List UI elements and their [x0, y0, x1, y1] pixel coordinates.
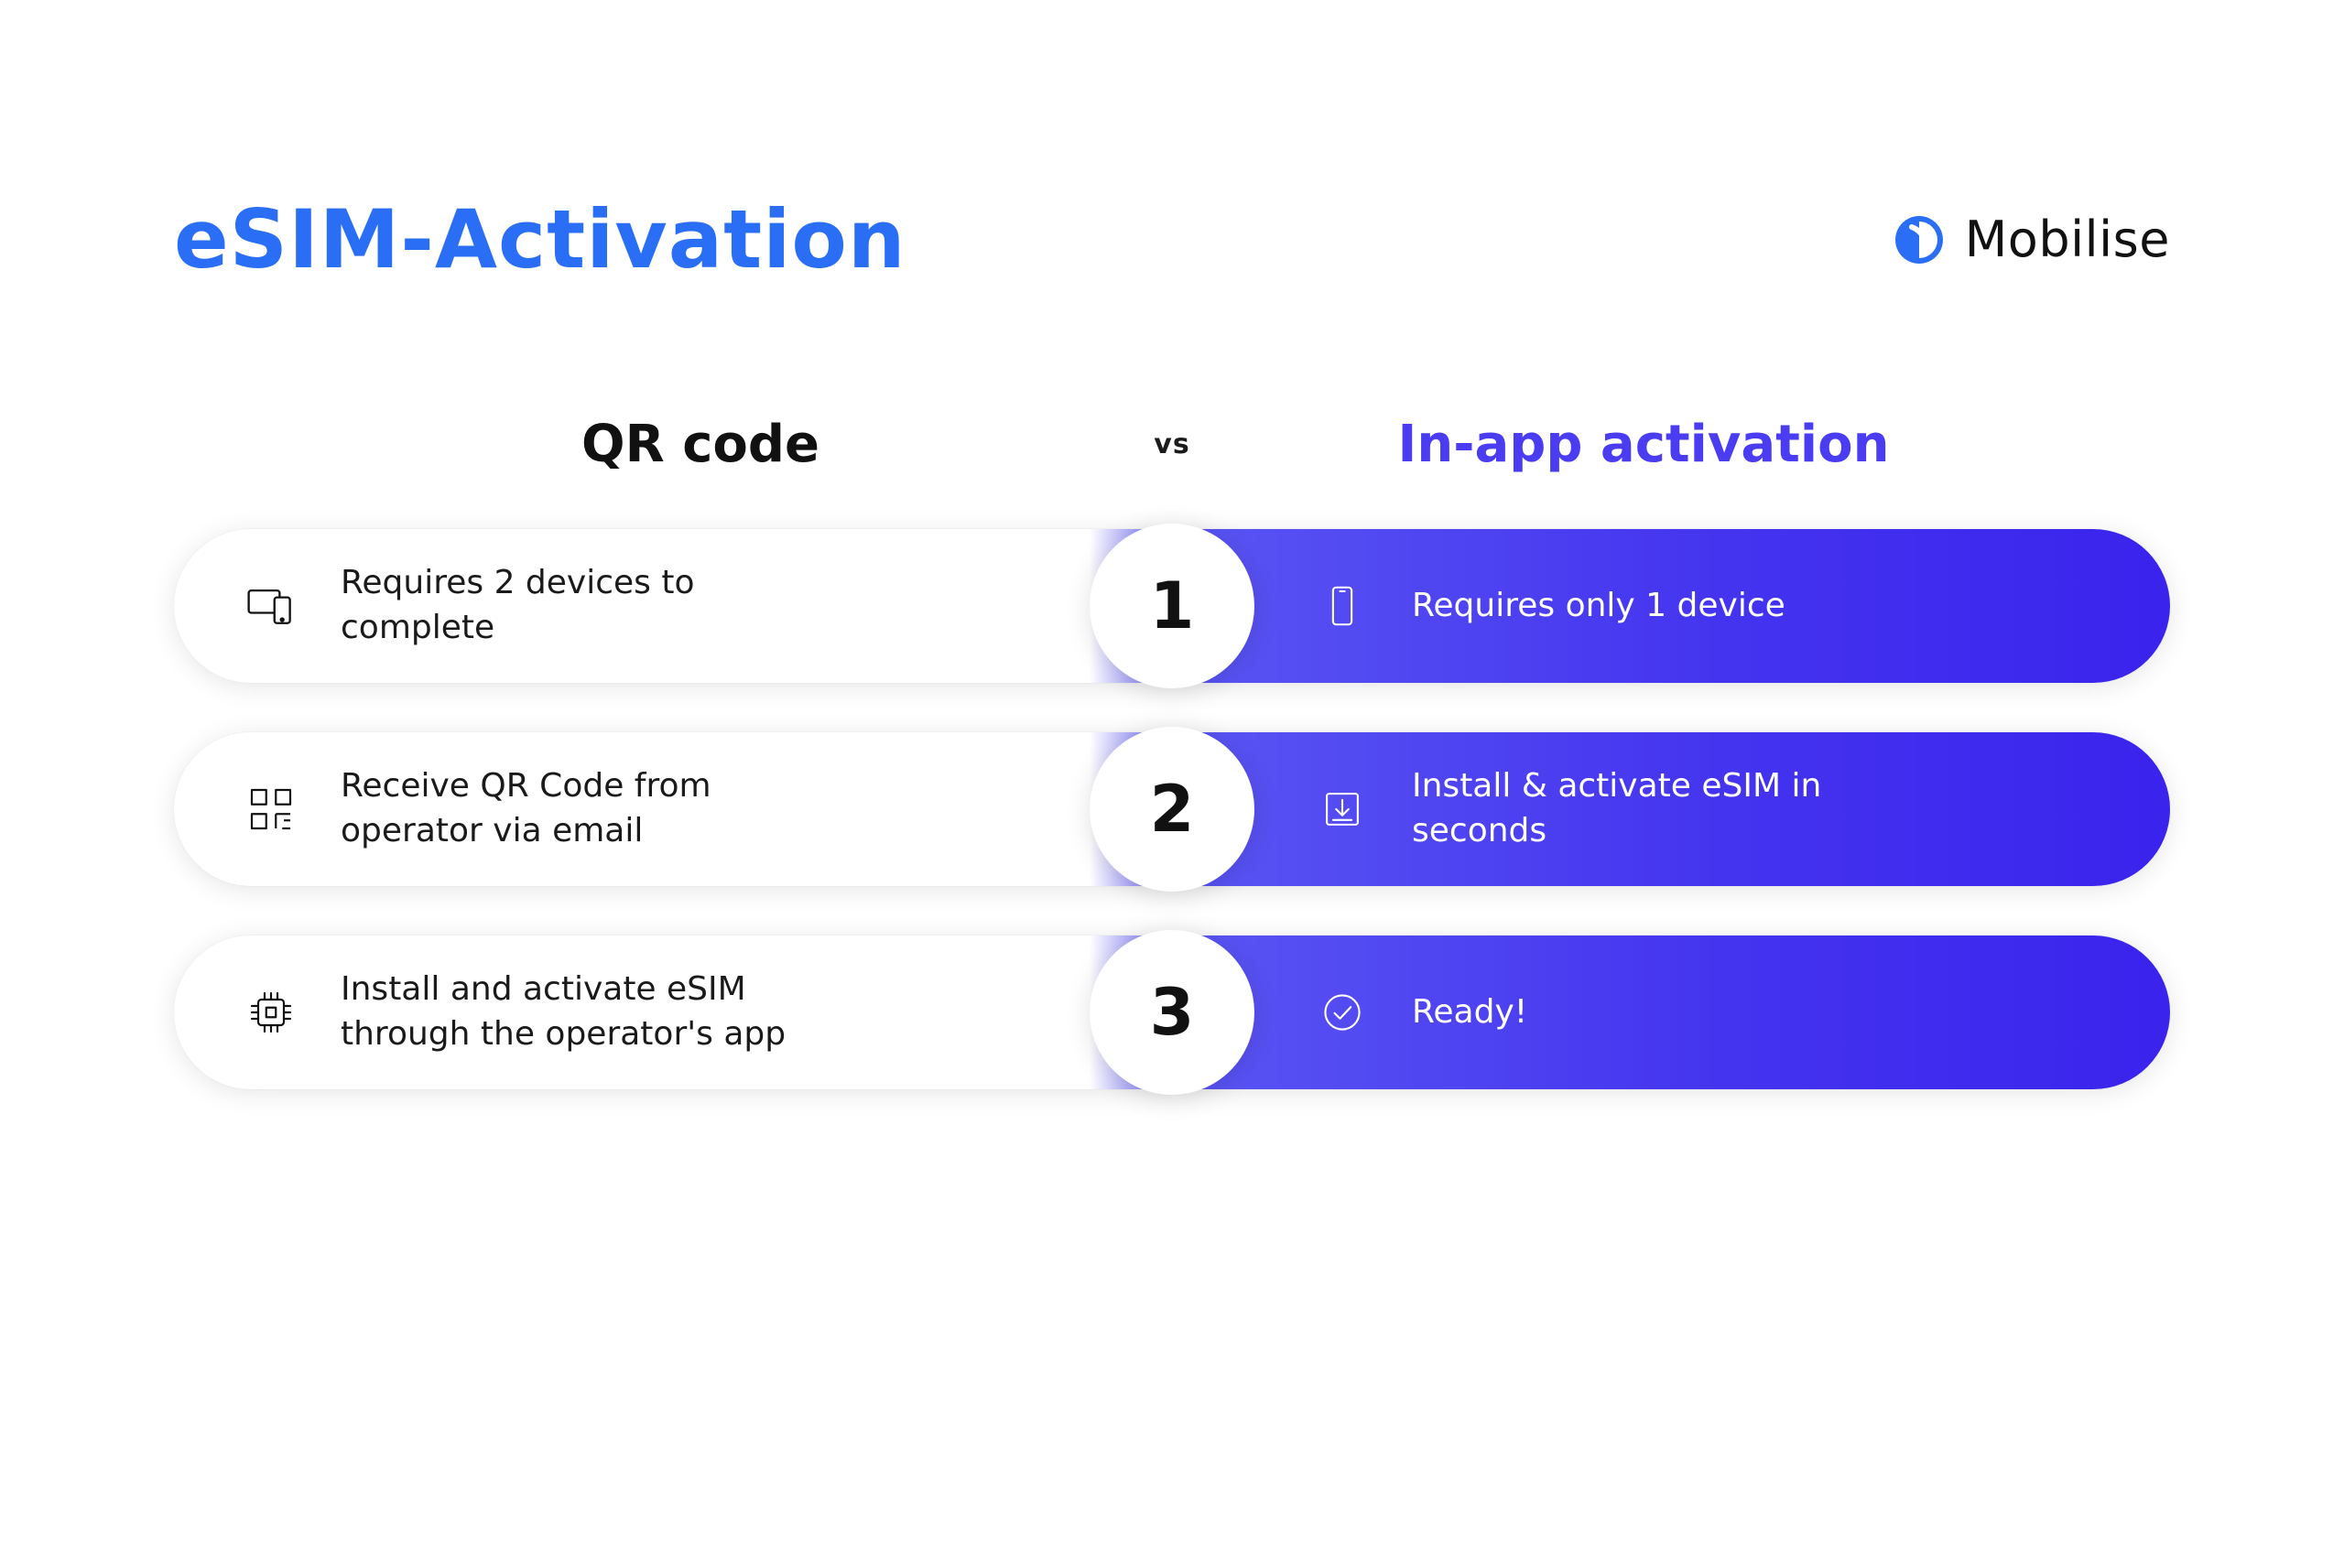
check-circle-icon [1309, 979, 1375, 1045]
column-heading-inapp: In-app activation [1227, 415, 2170, 474]
row-left: Install and activate eSIM through the op… [174, 935, 1172, 1089]
comparison-row: Receive QR Code from operator via email … [174, 732, 2170, 886]
brand-logo-icon [1895, 216, 1943, 264]
download-icon [1309, 776, 1375, 842]
row-right-text: Requires only 1 device [1412, 584, 1785, 629]
comparison-rows: Requires 2 devices to complete 1 Require… [0, 474, 2344, 1089]
row-left-text: Requires 2 devices to complete [341, 561, 817, 650]
column-separator: vs [1117, 428, 1227, 460]
brand: Mobilise [1895, 211, 2170, 268]
brand-name: Mobilise [1965, 211, 2170, 268]
row-left: Receive QR Code from operator via email [174, 732, 1172, 886]
header: eSIM-Activation Mobilise [0, 0, 2344, 287]
row-right-text: Ready! [1412, 990, 1527, 1035]
row-right-text: Install & activate eSIM in seconds [1412, 764, 1888, 853]
page-title: eSIM-Activation [174, 192, 906, 287]
row-left: Requires 2 devices to complete [174, 529, 1172, 683]
phone-icon [1309, 573, 1375, 639]
comparison-row: Install and activate eSIM through the op… [174, 935, 2170, 1089]
row-right: Install & activate eSIM in seconds [1172, 732, 2170, 886]
qr-icon [238, 776, 304, 842]
row-left-text: Install and activate eSIM through the op… [341, 968, 817, 1056]
column-headings: QR code vs In-app activation [0, 287, 2344, 474]
step-number-badge: 3 [1090, 930, 1254, 1095]
row-right: Requires only 1 device [1172, 529, 2170, 683]
column-heading-qr: QR code [174, 415, 1117, 474]
chip-icon [238, 979, 304, 1045]
row-left-text: Receive QR Code from operator via email [341, 764, 817, 853]
comparison-row: Requires 2 devices to complete 1 Require… [174, 529, 2170, 683]
devices-icon [238, 573, 304, 639]
row-right: Ready! [1172, 935, 2170, 1089]
step-number-badge: 1 [1090, 524, 1254, 688]
step-number-badge: 2 [1090, 727, 1254, 892]
